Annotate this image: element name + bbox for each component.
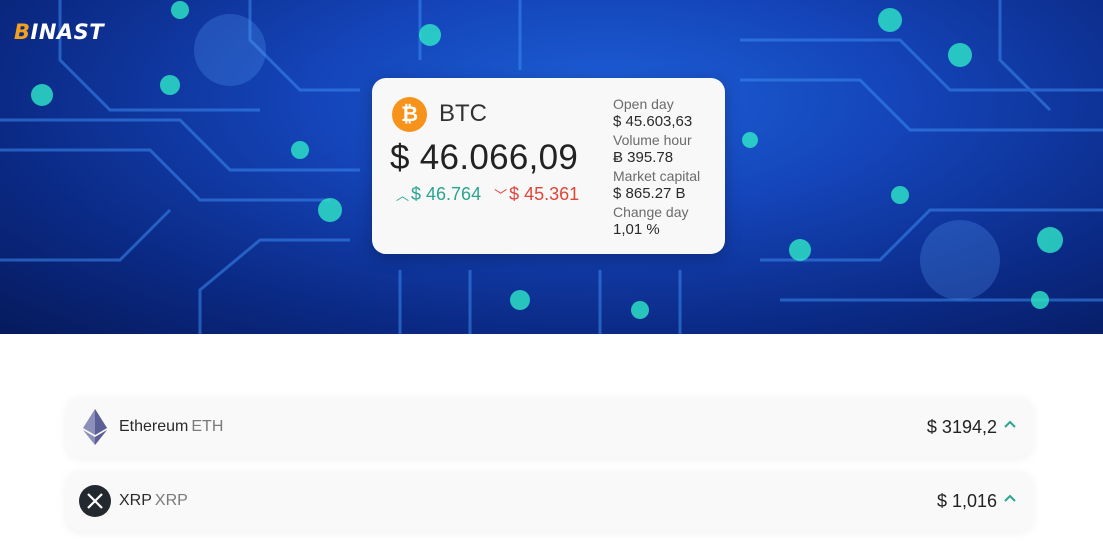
chevron-up-icon — [1004, 420, 1016, 428]
coin-name: XRP XRP — [119, 492, 188, 509]
stat-value: 1,01 % — [613, 221, 660, 238]
stat-value: $ 45.603,63 — [613, 113, 693, 130]
stat-label: Open day — [613, 96, 674, 112]
stat-value: $ 865.27 B — [613, 185, 686, 202]
stat-value: Ƀ 395.78 — [613, 149, 674, 166]
chevron-down-icon: ﹀ — [494, 188, 508, 203]
stat-label: Volume hour — [613, 132, 692, 148]
coin-price: $ 3194,2 — [926, 417, 997, 437]
hero-banner: BINAST ₿ BTC $ 46.066,09 ︿ $ 46.764 ﹀ $ 45… — [0, 0, 1103, 334]
high-price: ︿ $ 46.764 — [396, 184, 482, 204]
coin-price: $ 1,016 — [936, 491, 997, 511]
featured-price: $ 46.066,09 — [390, 138, 579, 177]
chevron-up-icon — [1004, 494, 1016, 502]
xrp-icon — [79, 485, 111, 517]
bitcoin-icon: ₿ — [392, 97, 427, 132]
stat-label: Market capital — [613, 168, 701, 184]
featured-ticker-card[interactable]: ₿ BTC $ 46.066,09 ︿ $ 46.764 ﹀ $ 45.361 Op… — [372, 78, 725, 254]
low-price: ﹀ $ 45.361 — [494, 184, 580, 204]
coin-row-xrp[interactable]: XRP XRP $ 1,016 — [66, 471, 1033, 531]
stat-label: Change day — [613, 204, 689, 220]
featured-stats: Open day $ 45.603,63 Volume hour Ƀ 395.7… — [613, 95, 721, 239]
featured-symbol: BTC — [439, 100, 487, 127]
ethereum-icon — [83, 409, 107, 445]
chevron-up-icon: ︿ — [396, 188, 410, 203]
coin-row-ethereum[interactable]: Ethereum ETH $ 3194,2 — [66, 397, 1033, 457]
coin-name: Ethereum ETH — [119, 418, 224, 435]
brand-logo[interactable]: BINAST — [14, 20, 104, 44]
high-low: ︿ $ 46.764 ﹀ $ 45.361 — [396, 184, 579, 205]
